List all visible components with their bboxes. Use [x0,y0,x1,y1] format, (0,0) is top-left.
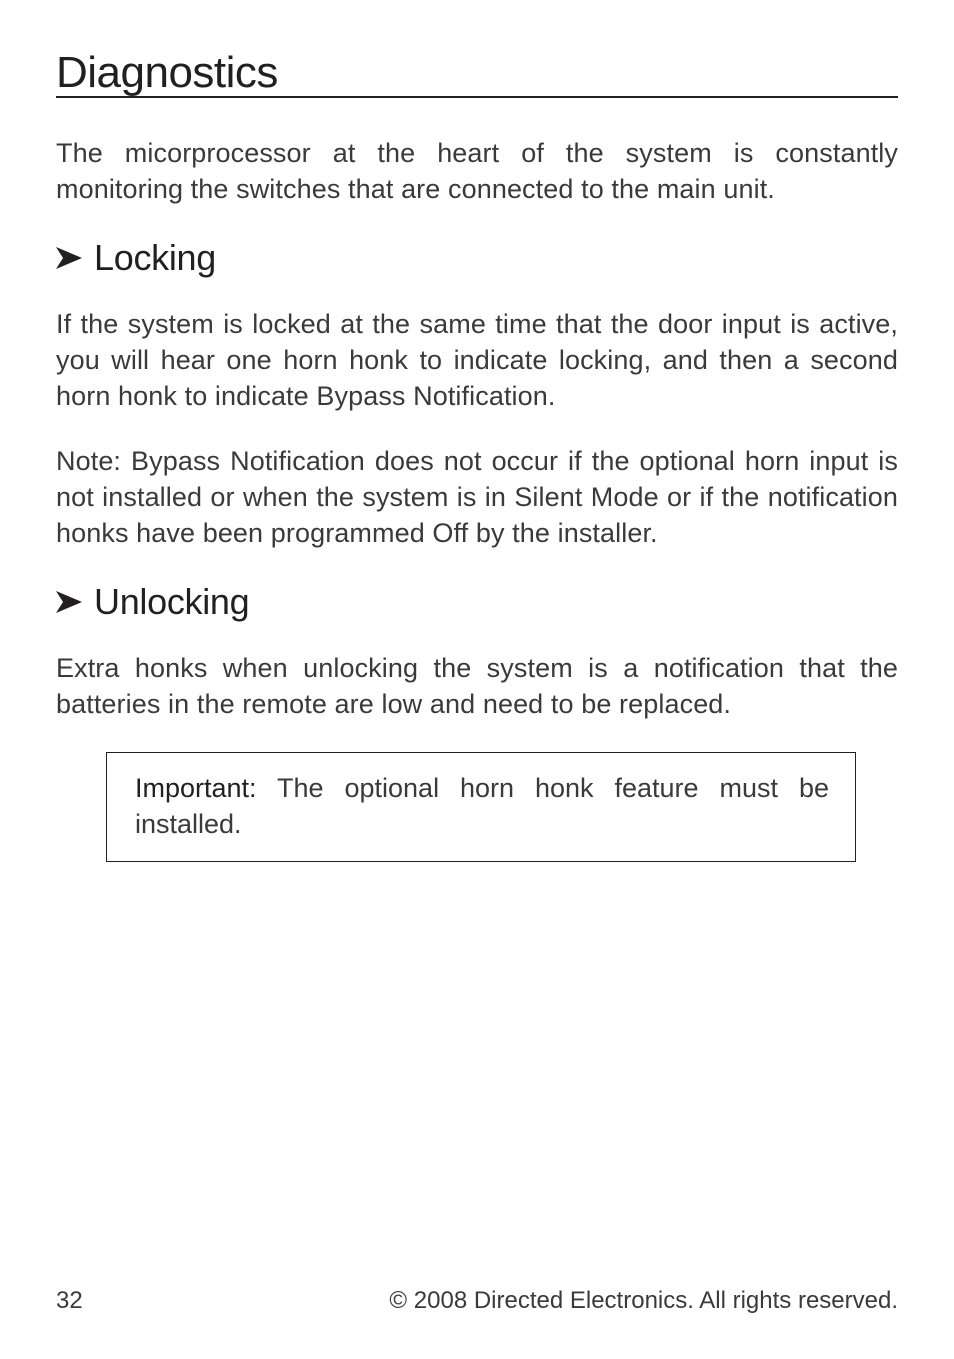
arrowhead-right-icon [56,591,82,613]
important-label: Important: [135,773,257,803]
section-heading-locking: Locking [56,237,898,279]
section-heading-unlocking: Unlocking [56,581,898,623]
unlocking-paragraph: Extra honks when unlocking the system is… [56,651,898,722]
important-text: Important: The optional horn honk featur… [135,771,829,842]
page-title: Diagnostics [56,50,898,98]
page-footer: 32 © 2008 Directed Electronics. All righ… [56,1287,898,1315]
important-callout: Important: The optional horn honk featur… [106,752,856,861]
heading-locking: Locking [94,237,216,279]
heading-unlocking: Unlocking [94,581,249,623]
copyright-text: © 2008 Directed Electronics. All rights … [389,1287,898,1315]
document-page: Diagnostics The micorprocessor at the he… [0,0,954,1359]
locking-paragraph: If the system is locked at the same time… [56,307,898,414]
arrowhead-right-icon [56,247,82,269]
intro-paragraph: The micorprocessor at the heart of the s… [56,136,898,207]
note-paragraph: Note: Bypass Notification does not occur… [56,444,898,551]
page-number: 32 [56,1287,83,1315]
note-label: Note: [56,446,121,476]
note-body: Bypass Notification does not occur if th… [56,446,898,547]
